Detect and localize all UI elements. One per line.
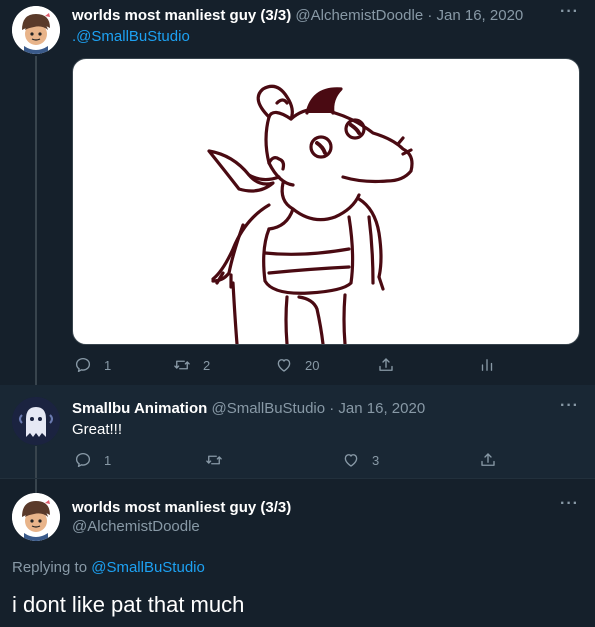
reply-button[interactable]: 1 bbox=[74, 451, 111, 469]
author-handle[interactable]: @AlchemistDoodle bbox=[72, 518, 200, 535]
share-icon bbox=[379, 358, 393, 371]
retweet-button[interactable] bbox=[205, 451, 223, 469]
thread-line bbox=[35, 446, 37, 494]
like-button[interactable]: 3 bbox=[342, 451, 379, 469]
like-count: 20 bbox=[305, 357, 320, 373]
tweet-date[interactable]: · Jan 16, 2020 bbox=[427, 7, 523, 24]
character-drawing-icon bbox=[207, 84, 414, 344]
tweet-date[interactable]: · Jan 16, 2020 bbox=[329, 400, 425, 417]
like-button[interactable]: 20 bbox=[275, 356, 319, 374]
retweet-icon bbox=[174, 360, 190, 370]
tweet-header: Smallbu Animation @SmallBuStudio · Jan 1… bbox=[72, 400, 425, 417]
mention-link[interactable]: @SmallBuStudio bbox=[91, 559, 205, 576]
avatar[interactable] bbox=[12, 397, 60, 445]
retweet-icon bbox=[206, 455, 222, 465]
reply-icon bbox=[75, 357, 91, 373]
analytics-icon bbox=[481, 359, 493, 371]
avatar-drawing-icon bbox=[12, 493, 60, 541]
avatar-drawing-icon bbox=[12, 6, 60, 54]
retweet-button[interactable]: 2 bbox=[173, 356, 210, 374]
reply-icon bbox=[75, 452, 91, 468]
author-name[interactable]: worlds most manliest guy (3/3) bbox=[72, 499, 291, 516]
mention-link[interactable]: @SmallBuStudio bbox=[76, 28, 190, 45]
tweet-text: Great!!! bbox=[72, 421, 123, 438]
tweet-text: .@SmallBuStudio bbox=[72, 28, 190, 45]
avatar[interactable] bbox=[12, 6, 60, 54]
tweet-media-image[interactable] bbox=[72, 58, 580, 345]
avatar[interactable] bbox=[12, 493, 60, 541]
replying-to-label: Replying to bbox=[12, 559, 88, 576]
author-handle[interactable]: @AlchemistDoodle bbox=[295, 7, 423, 24]
analytics-button[interactable] bbox=[478, 356, 496, 374]
share-button[interactable] bbox=[479, 451, 497, 469]
thread-line bbox=[35, 56, 37, 392]
more-icon[interactable]: ··· bbox=[560, 3, 579, 21]
author-name[interactable]: Smallbu Animation bbox=[72, 400, 207, 417]
tweet-header: worlds most manliest guy (3/3) @Alchemis… bbox=[72, 7, 523, 24]
more-icon[interactable]: ··· bbox=[560, 495, 579, 513]
replying-to: Replying to @SmallBuStudio bbox=[12, 559, 205, 576]
reply-button[interactable]: 1 bbox=[74, 356, 111, 374]
author-name[interactable]: worlds most manliest guy (3/3) bbox=[72, 7, 291, 24]
more-icon[interactable]: ··· bbox=[560, 397, 579, 415]
heart-icon bbox=[344, 454, 358, 467]
like-count: 3 bbox=[372, 452, 380, 468]
divider bbox=[0, 478, 595, 479]
tweet-text: i dont like pat that much bbox=[12, 592, 245, 617]
reply-count: 1 bbox=[104, 452, 112, 468]
share-button[interactable] bbox=[377, 356, 395, 374]
retweet-count: 2 bbox=[203, 357, 211, 373]
reply-count: 1 bbox=[104, 357, 112, 373]
heart-icon bbox=[277, 359, 291, 372]
ghost-avatar-icon bbox=[12, 397, 60, 445]
share-icon bbox=[481, 453, 495, 466]
author-handle[interactable]: @SmallBuStudio bbox=[211, 400, 325, 417]
